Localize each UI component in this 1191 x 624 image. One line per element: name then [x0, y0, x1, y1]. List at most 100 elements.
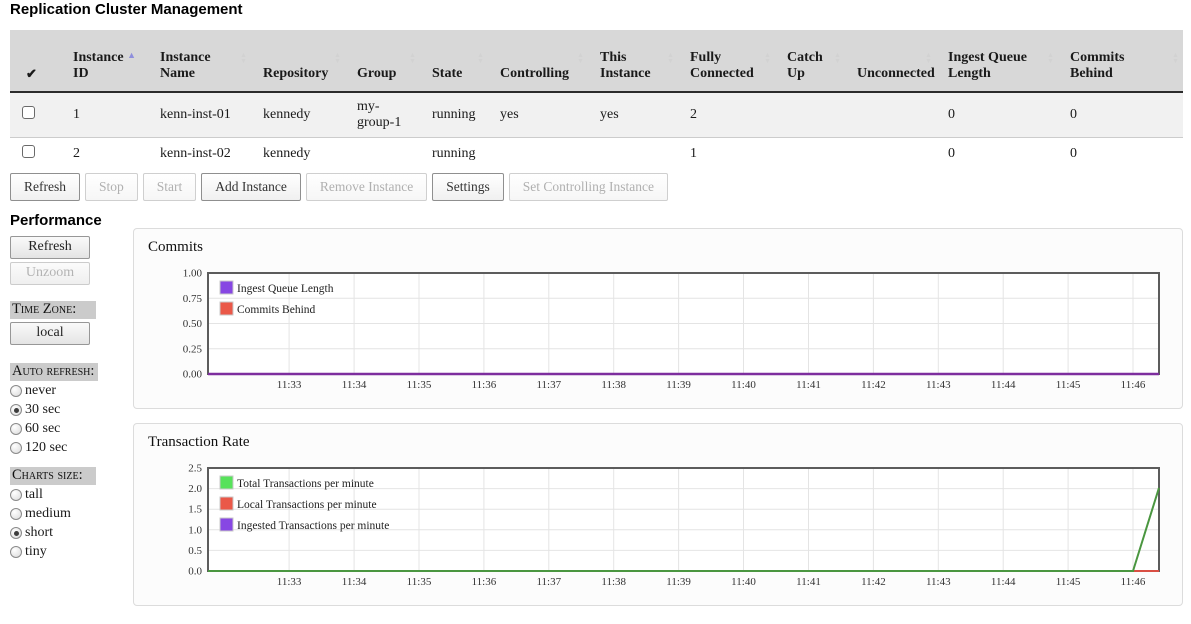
- radio-icon[interactable]: [10, 404, 22, 416]
- sort-icon: ▲▼: [577, 52, 584, 64]
- col-header-unconnected[interactable]: Unconnected▲▼: [845, 30, 936, 92]
- cell-this-instance: yes: [588, 92, 678, 137]
- col-header-ingest-queue-length[interactable]: Ingest Queue Length▲▼: [936, 30, 1058, 92]
- radio-icon[interactable]: [10, 423, 22, 435]
- x-tick-label: 11:45: [1056, 379, 1081, 391]
- settings-button[interactable]: Settings: [432, 173, 504, 201]
- legend-swatch: [220, 518, 233, 531]
- cell-this-instance: [588, 137, 678, 170]
- cell-unconnected: [845, 137, 936, 170]
- legend-label: Commits Behind: [237, 304, 316, 316]
- y-tick-label: 0.75: [183, 293, 203, 305]
- auto-refresh-label: Auto refresh:: [10, 363, 98, 381]
- cell-ingest-queue-length: 0: [936, 92, 1058, 137]
- legend-label: Total Transactions per minute: [237, 478, 374, 490]
- y-tick-label: 1.5: [188, 504, 202, 516]
- table-row: 1 kenn-inst-01 kennedy my-group-1 runnin…: [10, 92, 1183, 137]
- charts-size-option-short[interactable]: short: [10, 523, 128, 542]
- charts-size-option-tiny[interactable]: tiny: [10, 542, 128, 561]
- charts-size-option-tall[interactable]: tall: [10, 485, 128, 504]
- x-tick-label: 11:39: [666, 379, 691, 391]
- sort-icon: ▲▼: [925, 52, 932, 64]
- legend-item: Ingest Queue Length: [220, 281, 334, 295]
- legend-label: Local Transactions per minute: [237, 499, 377, 511]
- perf-refresh-button[interactable]: Refresh: [10, 236, 90, 259]
- col-header-this-instance[interactable]: This Instance▲▼: [588, 30, 678, 92]
- col-header-instance-name[interactable]: Instance Name▲▼: [148, 30, 251, 92]
- auto-refresh-option-30-sec[interactable]: 30 sec: [10, 400, 128, 419]
- legend-label: Ingest Queue Length: [237, 283, 334, 295]
- cell-instance-id: 1: [61, 92, 148, 137]
- cell-ingest-queue-length: 0: [936, 137, 1058, 170]
- x-tick-label: 11:39: [666, 576, 691, 588]
- auto-refresh-option-60-sec[interactable]: 60 sec: [10, 419, 128, 438]
- transaction-rate-chart[interactable]: 11:3311:3411:3511:3611:3711:3811:3911:40…: [164, 464, 1169, 596]
- sort-ascending-icon: ▲: [127, 50, 136, 60]
- col-header-select[interactable]: ✔: [10, 30, 61, 92]
- sort-icon: ▲▼: [667, 52, 674, 64]
- refresh-button[interactable]: Refresh: [10, 173, 80, 201]
- page-title: Replication Cluster Management: [10, 1, 243, 18]
- sort-icon: ▲▼: [834, 52, 841, 64]
- col-header-instance-id[interactable]: Instance ID▲: [61, 30, 148, 92]
- col-header-repository[interactable]: Repository▲▼: [251, 30, 345, 92]
- chart-title: Commits: [148, 239, 203, 256]
- x-tick-label: 11:36: [472, 379, 497, 391]
- remove-instance-button: Remove Instance: [306, 173, 427, 201]
- col-header-commits-behind[interactable]: Commits Behind▲▼: [1058, 30, 1183, 92]
- y-tick-label: 0.50: [183, 318, 203, 330]
- legend-label: Ingested Transactions per minute: [237, 520, 389, 532]
- x-tick-label: 11:46: [1121, 379, 1146, 391]
- commits-chart-card: Commits 11:3311:3411:3511:3611:3711:3811…: [133, 228, 1183, 409]
- add-instance-button[interactable]: Add Instance: [201, 173, 301, 201]
- row-checkbox[interactable]: [22, 106, 35, 119]
- legend-swatch: [220, 281, 233, 294]
- col-header-catch-up[interactable]: Catch Up▲▼: [775, 30, 845, 92]
- timezone-label: Time Zone:: [10, 301, 96, 319]
- radio-icon[interactable]: [10, 489, 22, 501]
- stop-button: Stop: [85, 173, 138, 201]
- auto-refresh-option-120-sec[interactable]: 120 sec: [10, 438, 128, 457]
- row-checkbox-cell: [10, 137, 61, 170]
- sort-icon: ▲▼: [1172, 52, 1179, 64]
- row-checkbox-cell: [10, 92, 61, 137]
- y-tick-label: 2.5: [188, 464, 202, 475]
- x-tick-label: 11:43: [926, 576, 951, 588]
- y-tick-label: 0.00: [183, 369, 203, 381]
- cell-repository: kennedy: [251, 92, 345, 137]
- chart-title: Transaction Rate: [148, 434, 250, 451]
- auto-refresh-option-never[interactable]: never: [10, 381, 128, 400]
- cell-instance-name: kenn-inst-01: [148, 92, 251, 137]
- radio-icon[interactable]: [10, 442, 22, 454]
- radio-icon[interactable]: [10, 385, 22, 397]
- cell-group: [345, 137, 420, 170]
- x-tick-label: 11:40: [731, 576, 756, 588]
- chart-plot[interactable]: 11:3311:3411:3511:3611:3711:3811:3911:40…: [164, 464, 1169, 591]
- col-header-state[interactable]: State▲▼: [420, 30, 488, 92]
- select-all-checkmark-icon: ✔: [26, 66, 37, 81]
- sort-icon: ▲▼: [409, 52, 416, 64]
- commits-chart[interactable]: 11:3311:3411:3511:3611:3711:3811:3911:40…: [164, 269, 1169, 399]
- col-header-controlling[interactable]: Controlling▲▼: [488, 30, 588, 92]
- cell-instance-id: 2: [61, 137, 148, 170]
- legend-item: Local Transactions per minute: [220, 497, 377, 511]
- radio-icon[interactable]: [10, 527, 22, 539]
- x-tick-label: 11:41: [796, 379, 821, 391]
- y-tick-label: 0.25: [183, 343, 203, 355]
- x-tick-label: 11:45: [1056, 576, 1081, 588]
- charts-size-option-medium[interactable]: medium: [10, 504, 128, 523]
- cluster-toolbar: Refresh Stop Start Add Instance Remove I…: [10, 173, 668, 201]
- x-tick-label: 11:41: [796, 576, 821, 588]
- row-checkbox[interactable]: [22, 145, 35, 158]
- cell-state: running: [420, 92, 488, 137]
- radio-icon[interactable]: [10, 546, 22, 558]
- cell-controlling: [488, 137, 588, 170]
- sort-icon: ▲▼: [477, 52, 484, 64]
- col-header-fully-connected[interactable]: Fully Connected▲▼: [678, 30, 775, 92]
- timezone-button[interactable]: local: [10, 322, 90, 345]
- cell-instance-name: kenn-inst-02: [148, 137, 251, 170]
- start-button: Start: [143, 173, 197, 201]
- col-header-group[interactable]: Group▲▼: [345, 30, 420, 92]
- chart-plot[interactable]: 11:3311:3411:3511:3611:3711:3811:3911:40…: [164, 269, 1169, 394]
- radio-icon[interactable]: [10, 508, 22, 520]
